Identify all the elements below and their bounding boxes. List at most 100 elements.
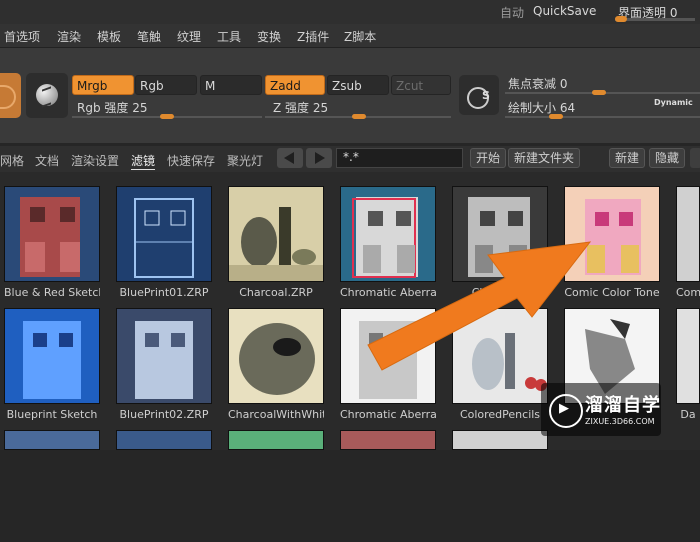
tab-spotlight[interactable]: 聚光灯 [227,152,263,169]
thumbnail-item[interactable]: CharcoalWithWhite [228,294,324,421]
draw-size-slider[interactable] [505,116,700,118]
robot-preview [585,199,641,275]
robot-preview [468,197,530,277]
lightbox-bar: 网格 文档 渲染设置 滤镜 快速保存 聚光灯 *.* 开始 新建文件夹 新建 隐… [0,146,700,172]
z-intensity-knob[interactable] [352,114,366,119]
top-bar: 自动 QuickSave 界面透明 0 [0,0,700,24]
thumbnail-image [452,186,548,282]
mrgb-button[interactable]: Mrgb [72,75,134,95]
new-button[interactable]: 新建 [609,148,646,168]
thumbnail-item[interactable] [340,430,436,542]
thumbnail-image [116,430,212,450]
transparency-slider[interactable] [615,18,695,21]
next-arrow-button[interactable] [306,148,332,168]
thumbnail-image [564,186,660,282]
robot-preview [352,197,418,278]
lazy-mouse-button[interactable]: S [459,75,499,115]
brush-button[interactable] [0,73,21,118]
start-button[interactable]: 开始 [470,148,507,168]
z-intensity-label: Z 强度 25 [273,101,329,115]
thumbnail-image [228,186,324,282]
menu-zplugin[interactable]: Z插件 [297,28,329,45]
thumbnail-caption: BluePrint02.ZRP [119,408,209,421]
thumbnail-item[interactable]: Charcoal.ZRP [228,172,324,299]
new-folder-button[interactable]: 新建文件夹 [508,148,581,168]
thumbnail-item[interactable]: Comic Color Tone [564,172,660,299]
thumbnail-item[interactable]: Blue & Red Sketch [4,172,100,299]
thumbnail-item[interactable]: Chromatic [452,172,548,299]
vase-preview [229,207,323,281]
thumbnail-item[interactable]: ColoredPencils [452,294,548,421]
tab-document[interactable]: 文档 [35,152,59,169]
thumbnail-image [340,430,436,450]
focal-shift-label: 焦点衰减 0 [508,77,568,91]
thumbnail-caption: Da [680,408,696,421]
menu-bar: 首选项 渲染 模板 笔触 纹理 工具 变换 Z插件 Z脚本 [0,24,700,48]
m-button[interactable]: M [200,75,262,95]
close-button[interactable] [690,148,700,168]
thumbnail-image [116,186,212,282]
menu-templates[interactable]: 模板 [97,28,121,45]
thumbnail-image [452,430,548,450]
hide-button[interactable]: 隐藏 [649,148,686,168]
focal-shift-knob[interactable] [592,90,606,95]
thumbnail-caption: Chromatic Aberration [340,408,436,421]
tab-render-settings[interactable]: 渲染设置 [71,152,119,169]
thumbnail-image [228,430,324,450]
thumbnail-item[interactable] [4,430,100,542]
thumbnail-image [452,308,548,404]
s-glyph: S [482,89,490,102]
tab-filters[interactable]: 滤镜 [131,152,156,170]
rgb-button[interactable]: Rgb [135,75,197,95]
zcut-button[interactable]: Zcut [391,75,451,95]
watermark: 溜溜自学 ZIXUE.3D66.COM [541,383,661,436]
transparency-slider-knob[interactable] [615,16,627,22]
search-input[interactable]: *.* [336,148,463,168]
thumbnail-item[interactable] [228,430,324,542]
zsub-button[interactable]: Zsub [327,75,389,95]
thumbnail-caption: CharcoalWithWhite [228,408,324,421]
thumbnail-image [676,308,700,404]
menu-zscript[interactable]: Z脚本 [344,28,376,45]
thumbnail-image [676,186,700,282]
menu-stroke[interactable]: 笔触 [137,28,161,45]
material-sphere-icon [36,84,58,106]
menu-tool[interactable]: 工具 [217,28,241,45]
thumbnail-caption: Blueprint Sketch [6,408,98,421]
tab-quicksave[interactable]: 快速保存 [167,152,215,169]
creature-preview [239,323,315,395]
thumbnail-item[interactable]: BluePrint01.ZRP [116,172,212,299]
menu-preferences[interactable]: 首选项 [4,28,40,45]
robot-preview [23,321,81,399]
auto-label[interactable]: 自动 [500,4,524,21]
thumbnail-item[interactable]: BluePrint02.ZRP [116,294,212,421]
zadd-button[interactable]: Zadd [265,75,325,95]
watermark-logo-icon [549,394,583,428]
thumbnail-image [228,308,324,404]
thumbnail-item[interactable]: Chromatic Aberration [340,294,436,421]
thumbnail-item[interactable]: Blueprint Sketch [4,294,100,421]
rgb-intensity-knob[interactable] [160,114,174,119]
thumbnail-item[interactable]: Com [676,172,700,299]
menu-transform[interactable]: 变换 [257,28,281,45]
brush-icon [0,85,16,109]
menu-render[interactable]: 渲染 [57,28,81,45]
robot-preview [20,197,80,277]
material-button[interactable] [26,73,68,118]
tab-mesh[interactable]: 网格 [0,152,24,169]
draw-size-label: 绘制大小 64 [508,101,576,115]
watermark-url: ZIXUE.3D66.COM [585,417,655,426]
thumbnail-item[interactable] [116,430,212,542]
menu-texture[interactable]: 纹理 [177,28,201,45]
rgb-intensity-label: Rgb 强度 25 [77,101,148,115]
thumbnail-item[interactable]: Da [676,294,700,421]
dynamic-toggle[interactable]: Dynamic [654,98,693,107]
thumbnail-item[interactable]: Chromatic Aberration [340,172,436,299]
thumbnail-item[interactable] [452,430,548,542]
draw-size-knob[interactable] [549,114,563,119]
prev-arrow-button[interactable] [277,148,303,168]
thumbnail-image [4,186,100,282]
thumbnail-image [116,308,212,404]
quicksave-button[interactable]: QuickSave [533,4,596,18]
thumbnail-image [340,308,436,404]
